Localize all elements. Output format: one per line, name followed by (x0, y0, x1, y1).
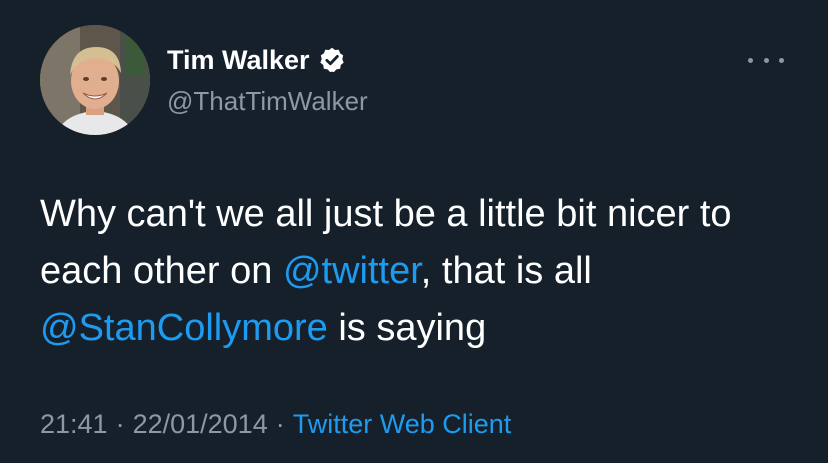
mention-link-twitter[interactable]: @twitter (283, 250, 421, 292)
more-dot (748, 57, 753, 63)
verified-badge-icon (318, 46, 346, 74)
tweet-text-segment: is saying (327, 307, 487, 349)
tweet-text: Why can't we all just be a little bit ni… (40, 186, 800, 357)
more-dot (763, 57, 769, 63)
display-name[interactable]: Tim Walker (167, 44, 310, 76)
avatar[interactable] (40, 25, 150, 135)
tweet-card: Tim Walker @ThatTimWalker Why can't we a… (0, 0, 828, 463)
tweet-time[interactable]: 21:41 (40, 409, 108, 439)
tweet-text-segment: , that is all (420, 250, 592, 292)
meta-separator: · (115, 409, 125, 439)
tweet-meta: 21:41 · 22/01/2014 · Twitter Web Client (40, 408, 511, 440)
tweet-source-link[interactable]: Twitter Web Client (293, 409, 512, 439)
author-name-row[interactable]: Tim Walker (167, 44, 346, 76)
meta-separator: · (275, 409, 285, 439)
tweet-date[interactable]: 22/01/2014 (133, 409, 268, 439)
author-handle[interactable]: @ThatTimWalker (167, 86, 368, 116)
more-dot (779, 57, 784, 63)
mention-link-stancollymore[interactable]: @StanCollymore (40, 307, 328, 349)
more-options-icon[interactable] (748, 50, 784, 70)
